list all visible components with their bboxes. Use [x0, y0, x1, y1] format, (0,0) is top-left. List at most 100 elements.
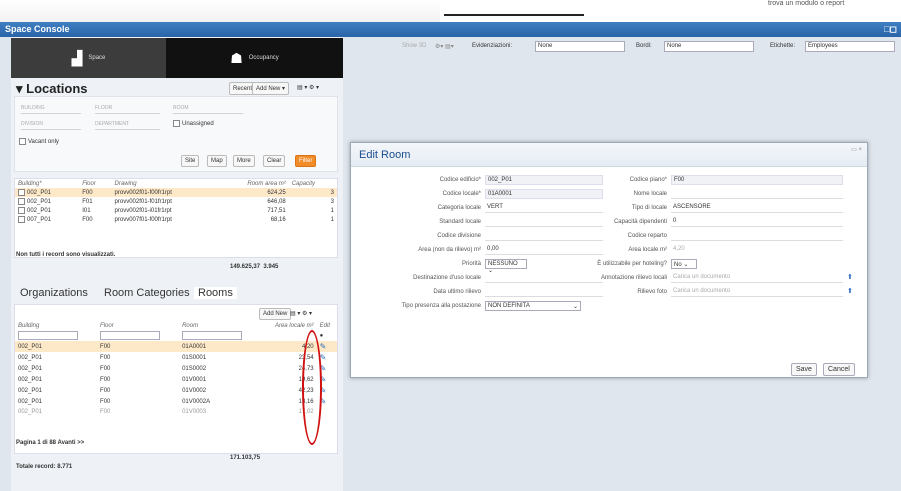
more-button[interactable]: More — [233, 155, 255, 167]
tab-organizations[interactable]: Organizations — [20, 287, 88, 299]
department-filter[interactable]: DEPARTMENT — [95, 118, 160, 130]
save-button[interactable]: Save — [791, 363, 817, 376]
field-label: Area (non da rilievo) m² — [418, 247, 481, 253]
table-row[interactable]: 007_P01 F00 provv007f01-f00fr1rpt 68,16 1 — [15, 215, 337, 224]
col-area[interactable]: Area locale m² — [261, 321, 317, 330]
field-label: Codice piano* — [629, 177, 667, 183]
dialog-title: Edit Room — [351, 143, 867, 167]
table-row[interactable]: 002_P01 F00 01V0002 42,23 ✎ — [15, 385, 337, 396]
col-room[interactable]: Room — [179, 321, 261, 330]
field-label: Data ultimo rilievo — [433, 289, 481, 295]
col-drawing[interactable]: Drawing — [112, 179, 216, 188]
table-header: Building* Floor Drawing Room area m² Cap… — [15, 179, 337, 188]
search-hint[interactable]: trova un modulo o report — [768, 0, 844, 7]
col-room-area[interactable]: Room area m² — [216, 179, 289, 188]
upload-icon[interactable]: ⬆ — [847, 273, 853, 281]
col-building[interactable]: Building* — [15, 179, 79, 188]
field-label: Codice reparto — [627, 233, 667, 239]
upload-icon[interactable]: ⬆ — [847, 287, 853, 295]
tab-rooms[interactable]: Rooms — [194, 287, 237, 299]
edit-room-dialog: Edit Room ▭ × Codice edificio* 002_P01 C… — [350, 142, 868, 378]
table-header: Building Floor Room Area locale m² Edit — [15, 321, 337, 330]
borders-select[interactable]: None — [664, 41, 754, 52]
field-label: Capacità dipendenti — [613, 219, 667, 225]
edit-pencil-icon[interactable]: ✎ — [320, 342, 327, 351]
tab-occupancy[interactable]: ☗ Occupancy — [166, 38, 343, 78]
clear-filter-icon[interactable]: ● — [320, 333, 324, 339]
room-filter-input[interactable] — [182, 331, 243, 340]
field-label: Codice edificio* — [439, 177, 481, 183]
floor-code-field[interactable]: F00 — [671, 175, 843, 185]
field-label: Priorità — [461, 261, 481, 267]
field-label: Rilievo foto — [637, 289, 667, 295]
survey-annotation-field[interactable]: Carica un documento — [671, 273, 843, 283]
table-row[interactable]: 002_P01 F00 01V0002A 18,16 ✎ — [15, 396, 337, 407]
table-row[interactable]: 002_P01 I01 provv002f01-i01fr1rpt 717,51 1 — [15, 206, 337, 215]
priority-select[interactable]: NESSUNO ⌄ — [485, 259, 527, 274]
field-label: Codice divisione — [437, 233, 481, 239]
unassigned-checkbox[interactable]: Unassigned — [173, 120, 214, 127]
floor-filter-input[interactable] — [100, 331, 161, 340]
col-floor[interactable]: Floor — [97, 321, 179, 330]
map-button[interactable]: Map — [207, 155, 227, 167]
top-bar: trova un modulo o report — [0, 0, 901, 22]
field-label: Destinazione d'uso locale — [413, 275, 481, 281]
department-code-field[interactable] — [671, 231, 843, 241]
room-filter[interactable]: ROOM — [173, 102, 243, 114]
table-row[interactable]: 002_P01 F00 01V0003 17,02 — [15, 407, 337, 416]
people-icon: ☗ — [230, 49, 243, 66]
tab-space[interactable]: ▟ Space — [11, 38, 166, 78]
locations-title[interactable]: ▾ Locations — [16, 81, 88, 97]
table-row[interactable]: 002_P01 F00 provv002f01-f00fr1rpt 624,25 3 — [15, 188, 337, 198]
presence-type-select[interactable]: NON DEFINITA ⌄ — [485, 301, 581, 311]
building-filter-input[interactable] — [18, 331, 78, 340]
col-edit[interactable]: Edit — [317, 321, 337, 330]
field-label: Annotazione rilievo locali — [600, 275, 667, 281]
photo-survey-field[interactable]: Carica un documento — [671, 287, 843, 297]
labels-select[interactable]: Employees — [805, 41, 895, 52]
highlight-label: Evidenziazioni: — [472, 43, 513, 49]
clear-button[interactable]: Clear — [263, 155, 286, 167]
field-label: È utilizzabile per hoteling? — [597, 261, 667, 267]
cancel-button[interactable]: Cancel — [823, 363, 855, 376]
room-type-field[interactable]: ASCENSORE — [671, 203, 843, 213]
tab-room-categories[interactable]: Room Categories — [104, 287, 190, 299]
col-floor[interactable]: Floor — [79, 179, 111, 188]
window-controls-icon[interactable]: □◻ — [884, 24, 897, 35]
buildings-grid: Building* Floor Drawing Room area m² Cap… — [14, 178, 338, 258]
division-filter[interactable]: DIVISION — [21, 118, 81, 130]
table-row[interactable]: 002_P01 F00 01V0001 19,62 ✎ — [15, 374, 337, 385]
filter-button[interactable]: Filter — [295, 155, 317, 167]
vacant-checkbox[interactable]: Vacant only — [19, 138, 59, 145]
dialog-window-controls-icon[interactable]: ▭ × — [851, 146, 862, 153]
table-row[interactable]: 002_P01 F00 01S0001 23,54 ✎ — [15, 352, 337, 363]
room-name-field[interactable] — [671, 189, 843, 199]
lower-tabs: Organizations Room Categories Rooms — [14, 283, 338, 305]
grid-settings-icon[interactable]: ▤ ▾ ⚙ ▾ — [294, 82, 322, 93]
table-row[interactable]: 002_P01 F00 01A0001 4,20 ✎ — [15, 341, 337, 352]
floor-filter[interactable]: FLOOR — [95, 102, 160, 114]
field-label: Area locale m² — [628, 247, 667, 253]
app-title: Space Console — [5, 24, 70, 34]
records-warning: Non tutti i record sono visualizzati. — [16, 252, 116, 258]
add-new-button[interactable]: Add New ▾ — [252, 82, 290, 95]
table-row[interactable]: 002_P01 F01 provv002f01-f01fr1rpt 646,08 3 — [15, 197, 337, 206]
rooms-pager[interactable]: Pagina 1 di 88 Avanti >> — [16, 440, 84, 446]
table-row[interactable]: 002_P01 F00 01S0002 24,73 ✎ — [15, 363, 337, 374]
col-capacity[interactable]: Capacity — [289, 179, 337, 188]
building-filter[interactable]: BUILDING — [21, 102, 81, 114]
locations-totals: 149.625,37 3.945 — [230, 264, 279, 270]
hoteling-select[interactable]: No ⌄ — [671, 259, 697, 269]
field-label: Categoria locale — [437, 205, 481, 211]
field-label: Tipo di locale — [631, 205, 667, 211]
site-button[interactable]: Site — [181, 155, 200, 167]
map-settings-icon[interactable]: ⚙▾ ▤▾ — [435, 43, 454, 50]
employee-capacity-field[interactable]: 0 — [671, 217, 843, 227]
borders-label: Bordi: — [636, 43, 652, 49]
filter-row: ● — [15, 330, 337, 341]
show-3d-button[interactable]: Show 3D — [402, 43, 426, 49]
rooms-total-records: Totale record: 8.771 — [16, 464, 73, 470]
highlight-select[interactable]: None — [535, 41, 625, 52]
col-building[interactable]: Building — [15, 321, 97, 330]
rooms-settings-icon[interactable]: ▤ ▾ ⚙ ▾ — [287, 308, 315, 319]
